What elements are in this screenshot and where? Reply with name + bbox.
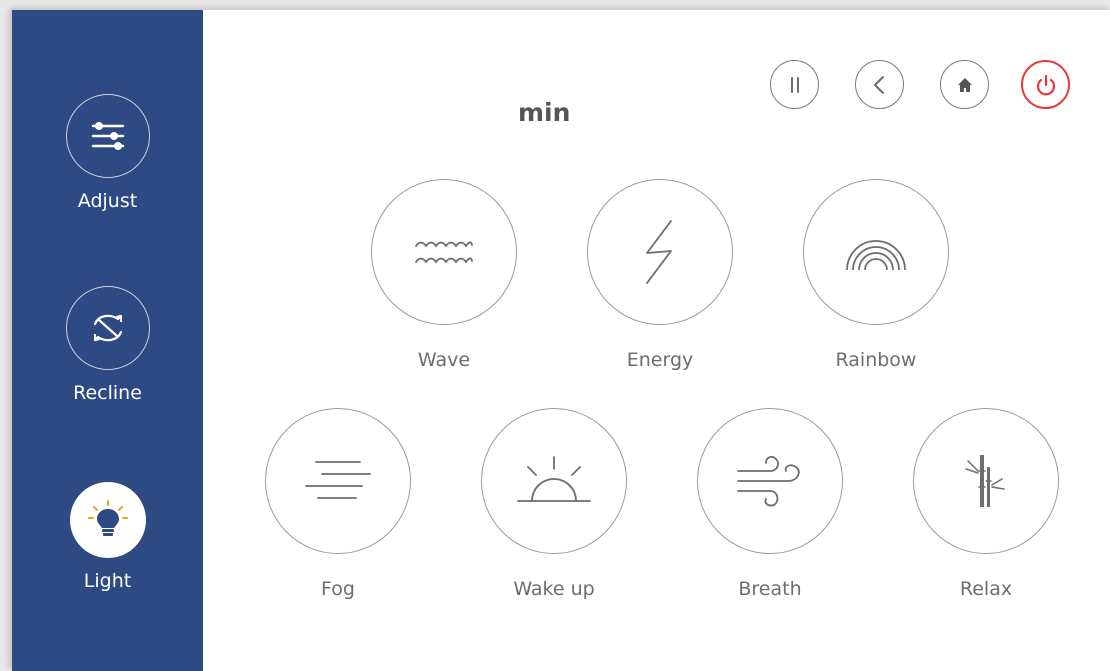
page-title: min: [518, 98, 571, 127]
lightning-icon: [587, 179, 733, 325]
mode-wave[interactable]: Wave: [369, 179, 519, 371]
mode-breath[interactable]: Breath: [695, 408, 845, 600]
app-window: Adjust Recline Light min Wave Energy Rai…: [12, 10, 1110, 671]
home-icon: [957, 77, 972, 92]
wind-icon: [697, 408, 843, 554]
fog-icon: [265, 408, 411, 554]
mode-relax[interactable]: Relax: [911, 408, 1061, 600]
mode-label: Wake up: [513, 578, 595, 600]
bamboo-icon: [913, 408, 1059, 554]
lightbulb-icon: [69, 482, 146, 558]
mode-wake-up[interactable]: Wake up: [479, 408, 629, 600]
mode-label: Wave: [417, 349, 471, 371]
home-button[interactable]: [940, 60, 989, 109]
mode-label: Fog: [321, 578, 355, 600]
sidebar-item-adjust[interactable]: Adjust: [12, 94, 203, 212]
mode-label: Energy: [626, 349, 694, 371]
recline-arrows-icon: [65, 286, 150, 370]
sliders-icon: [65, 94, 150, 178]
pause-icon: [790, 76, 799, 93]
rainbow-icon: [803, 179, 949, 325]
mode-fog[interactable]: Fog: [263, 408, 413, 600]
sidebar-item-label: Adjust: [77, 190, 138, 212]
sidebar-item-light[interactable]: Light: [12, 482, 203, 592]
mode-label: Relax: [959, 578, 1013, 600]
mode-energy[interactable]: Energy: [585, 179, 735, 371]
power-icon: [1036, 74, 1055, 95]
mode-label: Breath: [738, 578, 802, 600]
back-button[interactable]: [855, 60, 904, 109]
mode-rainbow[interactable]: Rainbow: [801, 179, 951, 371]
mode-label: Rainbow: [835, 349, 917, 371]
sidebar-item-label: Recline: [73, 382, 142, 404]
wave-icon: [371, 179, 517, 325]
sidebar-item-recline[interactable]: Recline: [12, 286, 203, 404]
chevron-left-icon: [873, 75, 884, 94]
sidebar-item-label: Light: [83, 570, 132, 592]
sunrise-icon: [481, 408, 627, 554]
pause-button[interactable]: [770, 60, 819, 109]
sidebar: Adjust Recline Light: [12, 10, 203, 671]
power-button[interactable]: [1021, 60, 1070, 109]
